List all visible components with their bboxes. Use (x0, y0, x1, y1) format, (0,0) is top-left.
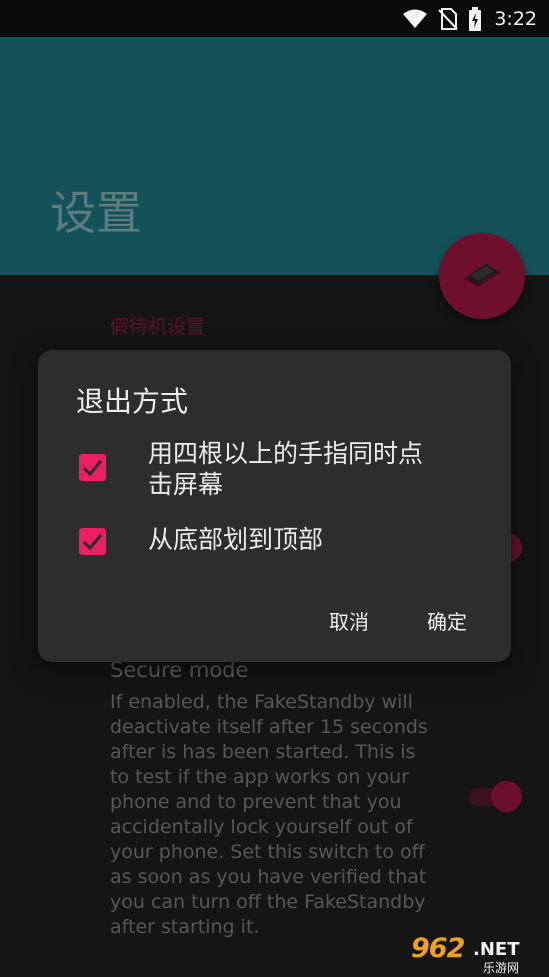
status-time: 3:22 (494, 8, 537, 30)
watermark-brand: 962 (411, 933, 465, 964)
option-multi-finger-tap[interactable]: 用四根以上的手指同时点 击屏幕 (38, 436, 511, 506)
watermark-sub: 乐游网 (483, 961, 520, 975)
secure-mode-toggle[interactable] (468, 780, 522, 812)
battery-charging-icon (469, 7, 482, 31)
section-title: 假待机设置 (110, 316, 206, 338)
page-title: 设置 (50, 186, 142, 240)
confirm-button[interactable]: 确定 (421, 602, 473, 639)
check-icon (82, 460, 103, 477)
watermark-logo: 962 .NET 乐游网 (403, 933, 543, 975)
watermark-suffix: .NET (473, 939, 520, 960)
status-icons: 3:22 (402, 5, 537, 33)
checkbox-checked[interactable] (79, 454, 106, 481)
cancel-button[interactable]: 取消 (323, 602, 375, 639)
no-sim-icon (438, 8, 459, 30)
secure-mode-description: If enabled, the FakeStandby will deactiv… (110, 691, 428, 938)
status-bar: 3:22 (0, 0, 549, 37)
check-icon (82, 534, 103, 551)
toggle-thumb (491, 781, 522, 812)
option-swipe-up[interactable]: 从底部划到顶部 (38, 522, 511, 562)
exit-method-dialog: 退出方式 用四根以上的手指同时点 击屏幕 从底部划到顶部 取消 确定 (38, 350, 511, 662)
wifi-icon (403, 9, 428, 28)
option-label: 从底部划到顶部 (148, 525, 324, 554)
option-label: 用四根以上的手指同时点 击屏幕 (148, 439, 424, 499)
start-standby-fab[interactable] (439, 233, 525, 319)
checkbox-checked[interactable] (79, 528, 106, 555)
dialog-actions: 取消 确定 (323, 602, 473, 639)
phone-standby-icon (464, 264, 500, 287)
dialog-title: 退出方式 (76, 385, 189, 418)
